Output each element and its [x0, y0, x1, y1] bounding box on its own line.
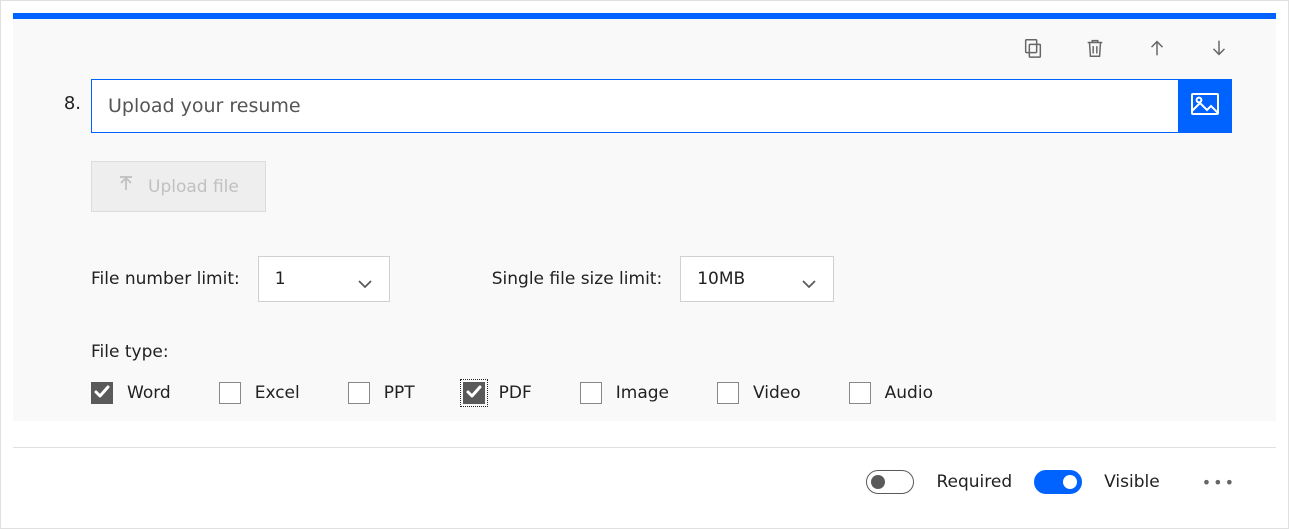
checkbox-label: PDF	[499, 383, 532, 403]
more-options-button[interactable]: •••	[1202, 473, 1236, 492]
file-type-row: Word Excel PPT PDF Image Video Audio	[91, 382, 1232, 404]
question-number: 8.	[13, 79, 91, 133]
trash-icon[interactable]	[1084, 37, 1106, 59]
file-type-label: File type:	[91, 342, 1232, 362]
move-down-icon[interactable]	[1208, 37, 1230, 59]
copy-icon[interactable]	[1022, 37, 1044, 59]
question-toolbar	[13, 19, 1276, 71]
file-type-excel-checkbox[interactable]: Excel	[219, 382, 300, 404]
limits-row: File number limit: 1 Single file size li…	[91, 256, 1232, 302]
checkbox-box	[717, 382, 739, 404]
file-size-limit-value: 10MB	[697, 269, 745, 289]
visible-label: Visible	[1104, 472, 1160, 492]
upload-icon	[118, 176, 134, 197]
required-label: Required	[936, 472, 1012, 492]
question-row: 8.	[13, 79, 1276, 133]
checkbox-box	[91, 382, 113, 404]
image-icon	[1191, 93, 1219, 119]
file-type-audio-checkbox[interactable]: Audio	[849, 382, 933, 404]
chevron-down-icon	[357, 274, 373, 284]
checkbox-label: Audio	[885, 383, 933, 403]
checkbox-box	[849, 382, 871, 404]
checkbox-box	[348, 382, 370, 404]
question-footer: Required Visible •••	[13, 447, 1276, 516]
question-title-input[interactable]	[106, 94, 1164, 118]
file-number-limit-select[interactable]: 1	[258, 256, 390, 302]
question-panel: 8. Upload file File number limit: 1	[13, 19, 1276, 421]
file-type-image-checkbox[interactable]: Image	[580, 382, 669, 404]
file-number-limit-value: 1	[275, 269, 286, 289]
checkbox-label: Word	[127, 383, 171, 403]
file-number-limit-label: File number limit:	[91, 269, 240, 289]
file-size-limit-label: Single file size limit:	[492, 269, 662, 289]
upload-file-label: Upload file	[148, 177, 239, 197]
checkbox-box	[580, 382, 602, 404]
move-up-icon[interactable]	[1146, 37, 1168, 59]
checkbox-label: Image	[616, 383, 669, 403]
question-title-wrap	[91, 79, 1178, 133]
file-size-limit-select[interactable]: 10MB	[680, 256, 834, 302]
file-type-pdf-checkbox[interactable]: PDF	[463, 382, 532, 404]
checkbox-label: PPT	[384, 383, 415, 403]
visible-toggle[interactable]	[1034, 470, 1082, 494]
question-card: 8. Upload file File number limit: 1	[0, 0, 1289, 529]
question-body: Upload file File number limit: 1 Single …	[91, 133, 1276, 404]
required-toggle[interactable]	[866, 470, 914, 494]
chevron-down-icon	[801, 274, 817, 284]
file-type-word-checkbox[interactable]: Word	[91, 382, 171, 404]
checkbox-label: Video	[753, 383, 801, 403]
insert-media-button[interactable]	[1178, 79, 1232, 133]
upload-file-button: Upload file	[91, 161, 266, 212]
checkbox-box	[219, 382, 241, 404]
file-type-video-checkbox[interactable]: Video	[717, 382, 801, 404]
checkbox-box	[463, 382, 485, 404]
checkbox-label: Excel	[255, 383, 300, 403]
file-type-ppt-checkbox[interactable]: PPT	[348, 382, 415, 404]
